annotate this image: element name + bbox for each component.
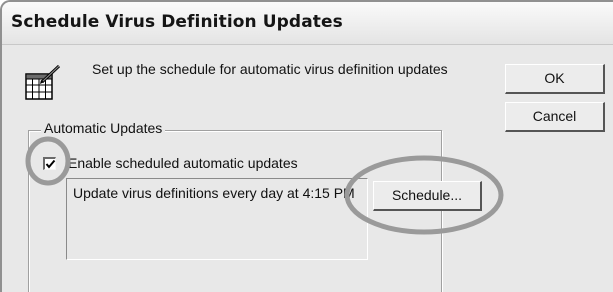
automatic-updates-group-label: Automatic Updates — [41, 120, 166, 136]
schedule-button[interactable]: Schedule... — [373, 181, 482, 211]
enable-scheduled-updates-checkbox[interactable] — [43, 157, 56, 170]
checkmark-icon — [45, 159, 56, 169]
dialog-body: Set up the schedule for automatic virus … — [2, 45, 613, 292]
calendar-pen-icon — [25, 64, 65, 101]
dialog-window: Schedule Virus Definition Updates Set up… — [0, 0, 613, 292]
intro-text: Set up the schedule for automatic virus … — [92, 61, 448, 77]
enable-scheduled-updates-label[interactable]: Enable scheduled automatic updates — [68, 155, 298, 171]
cancel-button[interactable]: Cancel — [505, 102, 605, 132]
schedule-summary-box: Update virus definitions every day at 4:… — [66, 178, 368, 260]
dialog-title: Schedule Virus Definition Updates — [11, 12, 343, 32]
title-bar[interactable]: Schedule Virus Definition Updates — [2, 2, 613, 45]
ok-button[interactable]: OK — [505, 64, 605, 94]
